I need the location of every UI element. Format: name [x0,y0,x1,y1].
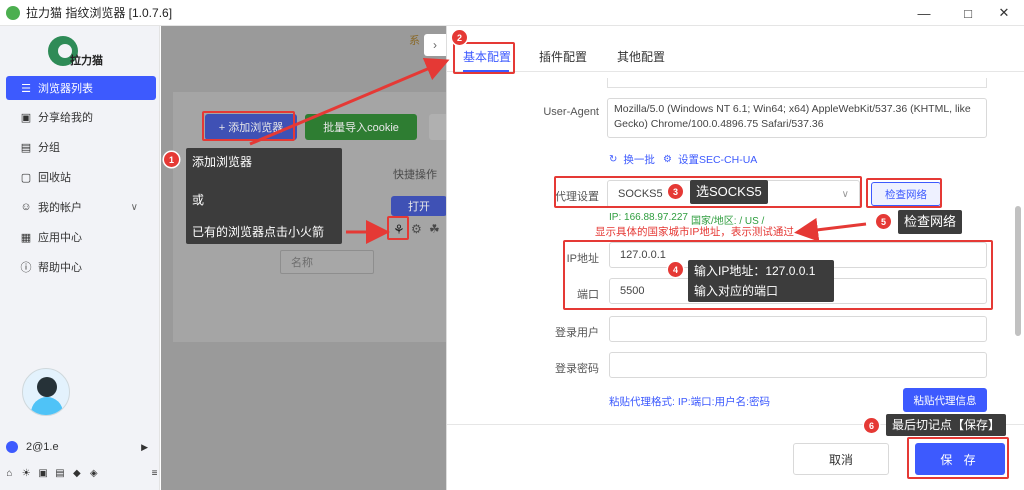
sidebar-item-account[interactable]: ☺ 我的帐户 ∨ [6,195,156,219]
open-button[interactable]: 打开 [391,196,447,216]
theme-icon[interactable]: ☀ [21,468,32,479]
sidebar-bottom-toolbar: ⌂ ☀ ▣ ▤ ◆ ◈ ≡ [4,464,160,482]
window-title: 拉力猫 指纹浏览器 [1.0.7.6] [26,6,173,20]
sec-ch-ua-link[interactable]: ⚙ 设置SEC-CH-UA [663,152,757,167]
refresh-icon: ↻ [609,154,618,165]
highlight-add-browser [202,111,295,141]
apps-icon: ▦ [20,231,32,244]
help-icon: ⓘ [20,262,32,274]
sidebar-item-label: 分享给我的 [38,112,93,124]
user-agent-textarea[interactable]: Mozilla/5.0 (Windows NT 6.1; Win64; x64)… [607,98,987,138]
user-icon: ☺ [20,201,32,213]
step-3-tooltip: 选SOCKS5 [690,180,768,204]
highlight-rocket [387,216,409,240]
drawer-collapse-button[interactable]: › [424,34,446,56]
sidebar-item-browser-list[interactable]: ☰ 浏览器列表 [6,76,156,100]
app-logo-icon [6,5,20,20]
sidebar-item-shared[interactable]: ▣ 分享给我的 [6,105,156,129]
gear-icon: ⚙ [663,154,672,165]
sidebar-item-trash[interactable]: ▢ 回收站 [6,165,156,189]
step-badge-1: 1 [164,152,179,167]
sidebar-item-help[interactable]: ⓘ 帮助中心 [6,255,156,279]
trash-icon: ▢ [20,171,32,184]
config-tabs: 基本配置 插件配置 其他配置 [447,26,1024,72]
title-bar: 拉力猫 指纹浏览器 [1.0.7.6] — □ ✕ [0,0,1024,26]
refresh-ua-link[interactable]: ↻ 换一批 [609,152,655,167]
highlight-check-network [866,178,942,208]
login-password-label: 登录密码 [555,363,599,375]
user-avatar-icon [6,441,18,453]
step-badge-3: 3 [668,184,683,199]
sidebar-item-label: 浏览器列表 [38,83,93,95]
step-4-tooltip: 输入IP地址：127.0.0.1 输入对应的端口 [688,260,834,302]
name-filter-input[interactable]: 名称 [280,250,374,274]
tab-plugin-config[interactable]: 插件配置 [539,48,587,65]
shield-icon[interactable]: ◆ [71,468,82,479]
login-user-input[interactable] [609,316,987,342]
cancel-button[interactable]: 取消 [793,443,889,475]
user-agent-label: User-Agent [543,106,599,118]
step-badge-6: 6 [864,418,879,433]
step-badge-5: 5 [876,214,891,229]
paste-format-hint: 粘贴代理格式: IP:端口:用户名:密码 [609,396,771,408]
sidebar-item-label: 回收站 [38,172,71,184]
column-header-actions: 快捷操作 [393,169,437,181]
form-scrollbar[interactable] [1015,206,1021,336]
chevron-down-icon: ∨ [130,201,138,213]
user-account-row[interactable]: 2@1.e ▶ [6,438,156,456]
close-icon[interactable]: ✕ [984,0,1024,26]
support-avatar[interactable] [22,368,70,416]
ip-result: IP: 166.88.97.227 [609,212,688,223]
list-icon: ☰ [21,82,31,95]
chevron-right-icon: ▶ [141,441,148,452]
sidebar: 拉力猫 ☰ 浏览器列表 ▣ 分享给我的 ▤ 分组 ▢ 回收站 ☺ 我的帐户 ∨ … [0,26,160,490]
paste-proxy-button[interactable]: 粘贴代理信息 [903,388,987,412]
step-5-tooltip: 检查网络 [898,210,963,234]
language-icon[interactable]: ▣ [38,468,49,479]
open-button-label: 打开 [408,201,430,213]
previous-field-edge [607,78,987,88]
brand-name: 拉力猫 [70,55,103,67]
puzzle-icon[interactable]: ☘ [429,222,440,236]
login-password-input[interactable] [609,352,987,378]
main-content-overlay: 系 + 添加浏览器 批量导入cookie field 名称 快捷操作 测试 打开… [161,26,449,490]
sidebar-item-label: 帮助中心 [38,262,82,274]
sidebar-item-label: 分组 [38,142,60,154]
partial-text: 系 [409,35,420,47]
tab-other-config[interactable]: 其他配置 [617,48,665,65]
sidebar-item-group[interactable]: ▤ 分组 [6,135,156,159]
tag-icon[interactable]: ◈ [88,468,99,479]
step-1-tooltip: 添加浏览器 或 已有的浏览器点击小火箭 [186,148,342,244]
login-user-label: 登录用户 [555,327,599,339]
home-icon[interactable]: ⌂ [4,468,15,479]
doc-icon[interactable]: ▤ [55,468,66,479]
sidebar-item-label: 应用中心 [38,232,82,244]
highlight-save [907,437,1009,479]
sidebar-item-label: 我的帐户 [38,202,82,214]
highlight-basic-tab [453,42,515,74]
settings-icon[interactable]: ⚙ [411,222,422,236]
sidebar-item-apps[interactable]: ▦ 应用中心 [6,225,156,249]
group-icon: ▤ [20,141,32,154]
user-email: 2@1.e [26,441,59,453]
menu-collapse-icon[interactable]: ≡ [149,468,160,479]
import-cookie-button[interactable]: 批量导入cookie [305,114,417,140]
test-pass-hint: 显示具体的国家城市IP地址，表示测试通过 [595,226,794,238]
step-badge-2: 2 [452,30,467,45]
share-icon: ▣ [20,111,32,124]
step-badge-4: 4 [668,262,683,277]
minimize-icon[interactable]: — [904,0,944,26]
step-6-tooltip: 最后切记点【保存】 [886,414,1007,436]
maximize-icon[interactable]: □ [948,0,988,26]
